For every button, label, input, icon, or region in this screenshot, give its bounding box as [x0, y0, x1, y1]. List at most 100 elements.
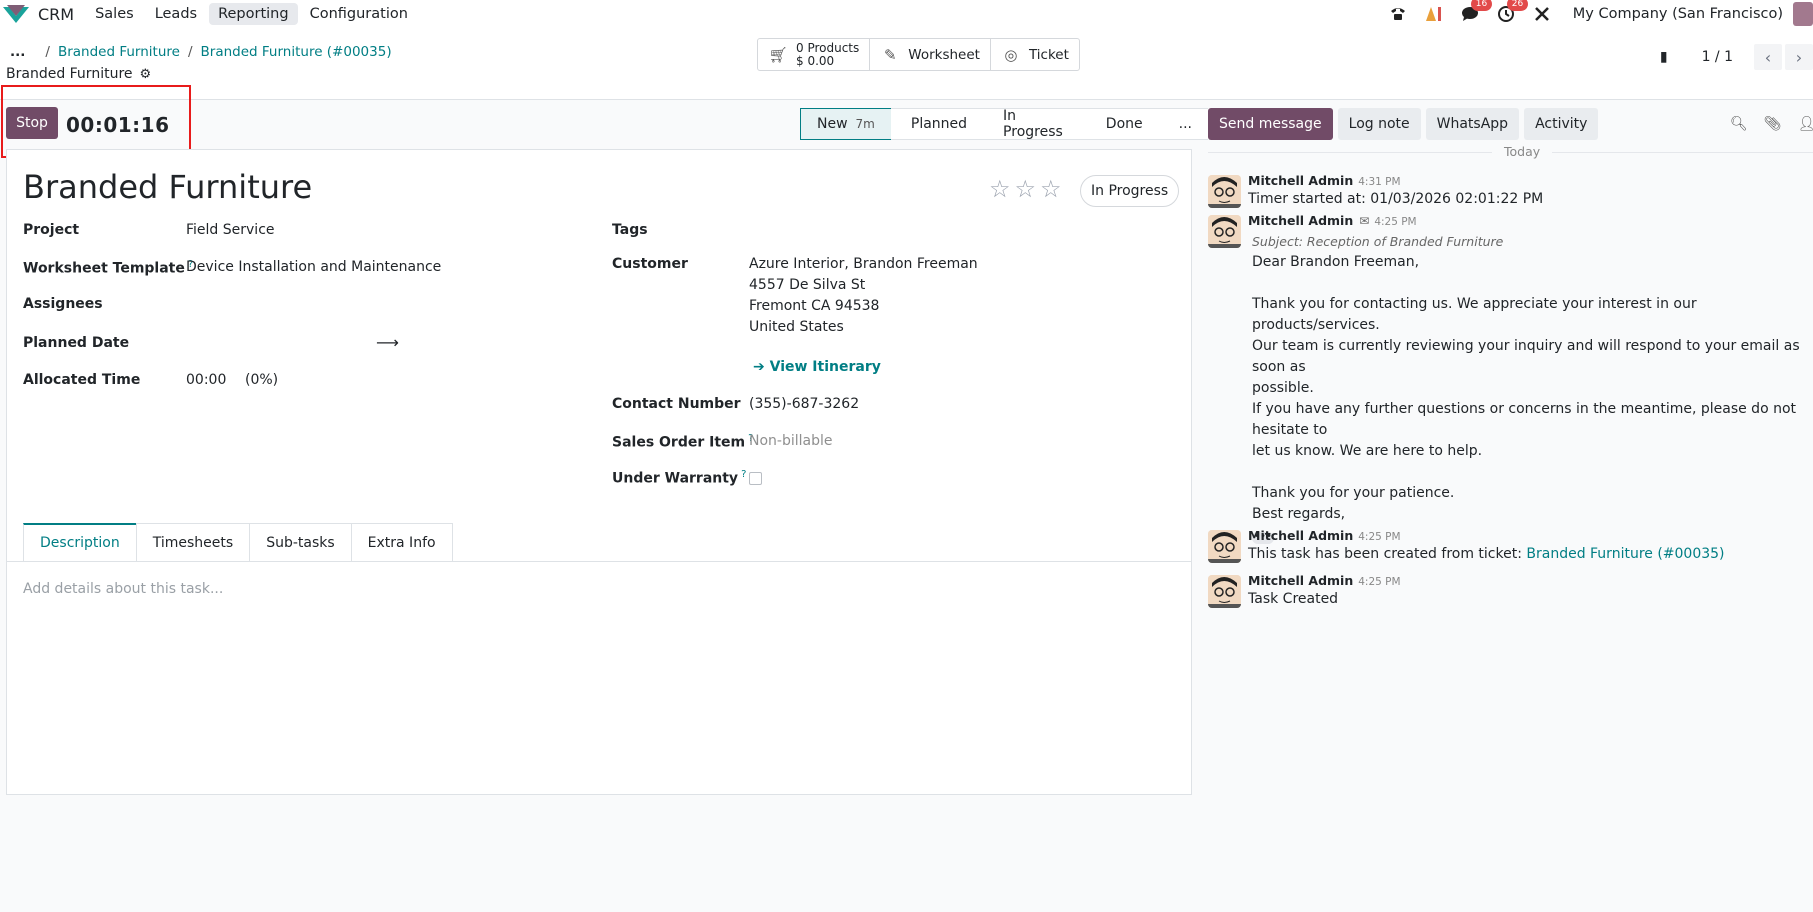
customer-city: Fremont CA 94538	[749, 298, 880, 314]
author-avatar[interactable]	[1208, 215, 1241, 248]
task-title[interactable]: Branded Furniture	[23, 168, 312, 206]
app-brand[interactable]: CRM	[2, 3, 74, 25]
worksheet-template-value[interactable]: Device Installation and Maintenance	[186, 259, 441, 275]
chatter-icons: 🔍︎ 📎︎ 👤︎	[1730, 116, 1813, 132]
contact-number-value[interactable]: (355)-687-3262	[749, 396, 859, 412]
star-icon[interactable]: ☆	[1040, 177, 1062, 201]
top-navbar: CRM Sales Leads Reporting Configuration …	[0, 0, 1813, 28]
pager-previous-icon[interactable]: ‹	[1754, 44, 1782, 70]
ai-icon[interactable]	[1423, 3, 1445, 25]
author-avatar[interactable]	[1208, 175, 1241, 208]
pencil-icon: ✎	[883, 45, 897, 64]
stage-label: Planned	[910, 116, 968, 132]
log-note-button[interactable]: Log note	[1337, 108, 1421, 140]
products-count: 0 Products	[796, 40, 860, 55]
sales-order-item-value[interactable]: Non-billable	[749, 433, 833, 449]
stage-statusbar: New 7m Planned In Progress Done ...	[800, 108, 1208, 140]
star-icon[interactable]: ☆	[989, 177, 1011, 201]
activity-button[interactable]: Activity	[1524, 108, 1599, 140]
user-avatar[interactable]	[1793, 2, 1813, 26]
company-switcher[interactable]: My Company (San Francisco)	[1573, 6, 1783, 22]
day-label: Today	[1492, 144, 1553, 159]
gear-icon[interactable]: ⚙	[140, 67, 152, 82]
stage-done[interactable]: Done	[1085, 108, 1159, 140]
notebook-tabs: Description Timesheets Sub-tasks Extra I…	[23, 523, 453, 561]
tools-icon[interactable]	[1531, 3, 1553, 25]
message-body: Timer started at: 01/03/2026 02:01:22 PM	[1248, 191, 1544, 207]
pager-next-icon[interactable]: ›	[1785, 44, 1813, 70]
view-itinerary-link[interactable]: ➔ View Itinerary	[753, 359, 881, 375]
bookmark-icon[interactable]: ▮	[1660, 49, 1668, 65]
breadcrumb-ellipsis[interactable]: ...	[10, 44, 25, 60]
pager-value[interactable]: 1 / 1	[1702, 49, 1733, 65]
timer-display: 00:01:16	[66, 113, 170, 137]
author-avatar[interactable]	[1208, 530, 1241, 563]
tab-sub-tasks[interactable]: Sub-tasks	[249, 523, 352, 561]
customer-street: 4557 De Silva St	[749, 277, 866, 293]
chatter-message: Mitchell Admin 4:25 PM Task Created	[1208, 573, 1808, 611]
worksheet-template-label: Worksheet Template?	[23, 259, 194, 277]
email-line: Best regards,	[1252, 506, 1346, 522]
under-warranty-checkbox[interactable]	[749, 472, 762, 485]
form-sheet: Branded Furniture ☆ ☆ ☆ In Progress Proj…	[6, 149, 1192, 795]
task-state-button[interactable]: In Progress	[1080, 175, 1180, 207]
send-message-button[interactable]: Send message	[1208, 108, 1333, 140]
search-icon[interactable]: 🔍︎	[1730, 116, 1748, 132]
email-line: If you have any further questions or con…	[1252, 401, 1797, 438]
breadcrumb-item-ticket[interactable]: Branded Furniture (#00035)	[201, 44, 392, 60]
stage-label: In Progress	[1003, 108, 1063, 140]
paperclip-icon[interactable]: 📎︎	[1764, 116, 1782, 132]
stage-more[interactable]: ...	[1158, 108, 1208, 140]
assignees-field: Assignees	[23, 296, 103, 312]
tab-description[interactable]: Description	[23, 523, 137, 561]
menu-configuration[interactable]: Configuration	[301, 3, 417, 25]
whatsapp-button[interactable]: WhatsApp	[1425, 108, 1520, 140]
stage-planned[interactable]: Planned	[890, 108, 984, 140]
tab-extra-info[interactable]: Extra Info	[350, 523, 453, 561]
systray: 16 26 My Company (San Francisco)	[1387, 0, 1813, 28]
chat-icon[interactable]: 16	[1459, 0, 1493, 25]
description-editor[interactable]: Add details about this task...	[23, 581, 223, 597]
products-smart-button[interactable]: 🛒︎ 0 Products $ 0.00	[758, 39, 871, 70]
lifebuoy-icon: ◎	[1004, 45, 1018, 64]
stop-timer-button[interactable]: Stop	[6, 107, 58, 139]
project-value[interactable]: Field Service	[186, 222, 275, 238]
breadcrumb-item-branded-furniture[interactable]: Branded Furniture	[58, 44, 180, 60]
chatter-message: Mitchell Admin 4:31 PM Timer started at: …	[1208, 173, 1808, 211]
stage-new[interactable]: New 7m	[800, 108, 891, 140]
cart-icon: 🛒︎	[768, 45, 788, 64]
breadcrumb: ... / Branded Furniture / Branded Furnit…	[10, 44, 392, 60]
activity-clock-icon[interactable]: 26	[1495, 0, 1529, 25]
email-line: Dear Brandon Freeman,	[1252, 254, 1420, 270]
author-avatar[interactable]	[1208, 575, 1241, 608]
app-name: CRM	[38, 4, 75, 24]
stage-in-progress[interactable]: In Progress	[983, 108, 1086, 140]
star-icon[interactable]: ☆	[1015, 177, 1037, 201]
stage-duration: 7m	[855, 117, 875, 131]
menu-reporting[interactable]: Reporting	[209, 3, 298, 25]
message-body: This task has been created from ticket: …	[1248, 546, 1725, 562]
message-author: Mitchell Admin 4:25 PM	[1248, 528, 1401, 543]
menu-sales[interactable]: Sales	[86, 3, 143, 25]
phone-icon[interactable]	[1387, 3, 1409, 25]
ticket-link[interactable]: Branded Furniture (#00035)	[1526, 546, 1724, 562]
ticket-smart-button[interactable]: ◎ Ticket	[991, 39, 1079, 70]
allocated-time-field: Allocated Time 00:00 (0%)	[23, 372, 278, 388]
customer-field: Customer Azure Interior, Brandon Freeman…	[612, 256, 978, 335]
customer-address[interactable]: Azure Interior, Brandon Freeman 4557 De …	[749, 254, 978, 338]
sales-order-item-field: Sales Order Item? Non-billable	[612, 433, 833, 451]
smart-buttons: 🛒︎ 0 Products $ 0.00 ✎ Worksheet ◎ Ticke…	[757, 38, 1080, 71]
message-time: 4:25 PM	[1374, 216, 1417, 228]
allocated-time-value[interactable]: 00:00	[186, 372, 226, 388]
help-icon: ?	[741, 469, 747, 480]
menu-leads[interactable]: Leads	[146, 3, 206, 25]
worksheet-smart-button[interactable]: ✎ Worksheet	[870, 39, 991, 70]
tabs-divider	[7, 561, 1191, 562]
chatter-topbar: Send message Log note WhatsApp Activity	[1208, 108, 1603, 140]
control-panel: ... / Branded Furniture / Branded Furnit…	[0, 28, 1813, 100]
activity-badge: 26	[1506, 0, 1529, 11]
message-body: Task Created	[1248, 591, 1339, 607]
tab-timesheets[interactable]: Timesheets	[135, 523, 251, 561]
followers-icon[interactable]: 👤︎	[1798, 116, 1813, 132]
planned-date-label: Planned Date	[23, 335, 130, 351]
